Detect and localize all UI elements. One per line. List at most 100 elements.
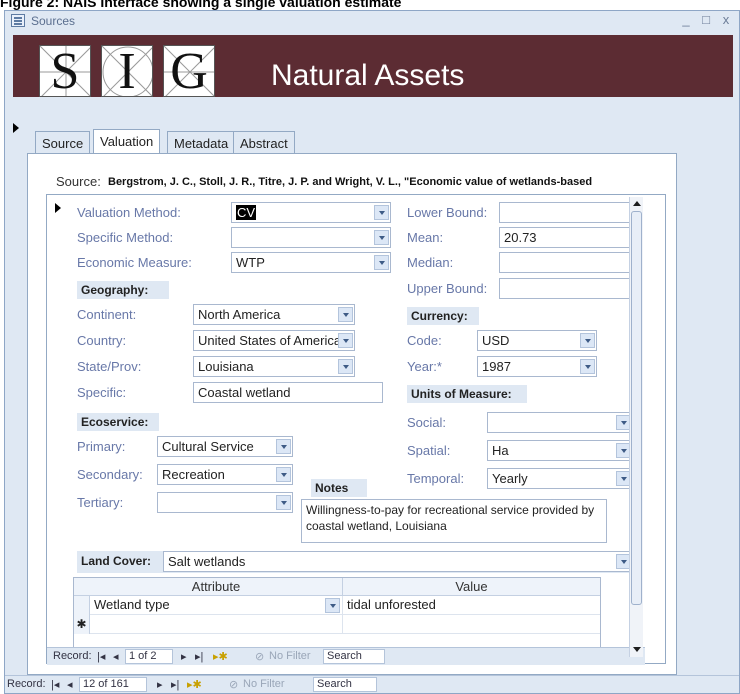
logo-i-tile: I	[101, 45, 153, 97]
new-attribute-cell[interactable]	[90, 615, 342, 634]
scroll-up-icon[interactable]	[633, 201, 641, 206]
main-navigation-bar: Record: |◂ ◂ 12 of 161 ▸ ▸| ▸✱ ⊘ No Filt…	[5, 675, 739, 693]
economic-measure-combo[interactable]: WTP	[231, 252, 391, 273]
primary-value: Cultural Service	[162, 439, 254, 454]
lower-bound-label: Lower Bound:	[407, 205, 488, 220]
currency-code-label: Code:	[407, 333, 442, 348]
previous-record-icon[interactable]: ◂	[113, 650, 119, 663]
main-no-filter-indicator[interactable]: No Filter	[243, 678, 285, 690]
record-position[interactable]: 1 of 2	[125, 649, 173, 664]
last-record-icon[interactable]: ▸|	[195, 650, 203, 663]
tertiary-label: Tertiary:	[77, 495, 124, 510]
social-label: Social:	[407, 415, 447, 430]
continent-combo[interactable]: North America	[193, 304, 355, 325]
subform-record-selector-icon[interactable]	[55, 203, 61, 213]
main-record-label: Record:	[7, 678, 46, 690]
minimize-button[interactable]: _	[677, 12, 695, 28]
tertiary-combo[interactable]	[157, 492, 293, 513]
continent-label: Continent:	[77, 307, 137, 322]
first-record-icon[interactable]: |◂	[97, 650, 105, 663]
new-value-cell[interactable]	[342, 615, 600, 634]
next-record-icon[interactable]: ▸	[181, 650, 187, 663]
state-label: State/Prov:	[77, 359, 142, 374]
main-new-record-icon[interactable]: ▸✱	[187, 678, 202, 691]
vertical-scrollbar[interactable]	[629, 197, 643, 657]
attribute-column-header[interactable]: Attribute	[90, 578, 342, 596]
new-record-nav-icon[interactable]: ▸✱	[213, 650, 228, 663]
median-field[interactable]	[499, 252, 633, 273]
currency-code-value: USD	[482, 333, 510, 348]
filter-icon: ⊘	[255, 651, 265, 663]
country-combo[interactable]: United States of America	[193, 330, 355, 351]
notes-field[interactable]: Willingness-to-pay for recreational serv…	[301, 499, 607, 543]
chevron-down-icon[interactable]	[374, 255, 389, 270]
chevron-down-icon[interactable]	[580, 359, 595, 374]
chevron-down-icon[interactable]	[276, 495, 291, 510]
table-row-value[interactable]: tidal unforested	[342, 596, 600, 615]
specific-method-label: Specific Method:	[77, 230, 174, 245]
grid-corner	[74, 578, 90, 596]
land-cover-value: Salt wetlands	[168, 554, 246, 569]
social-combo[interactable]	[487, 412, 633, 433]
lower-bound-field[interactable]	[499, 202, 633, 223]
source-citation: Bergstrom, J. C., Stoll, J. R., Titre, J…	[108, 176, 593, 188]
chevron-down-icon[interactable]	[374, 205, 389, 220]
main-last-record-icon[interactable]: ▸|	[171, 678, 179, 691]
spatial-combo[interactable]: Ha	[487, 440, 633, 461]
main-search-input[interactable]: Search	[313, 677, 377, 692]
specific-location-field[interactable]: Coastal wetland	[193, 382, 383, 403]
country-value: United States of America	[198, 333, 342, 348]
no-filter-indicator[interactable]: No Filter	[269, 650, 311, 662]
chevron-down-icon[interactable]	[338, 359, 353, 374]
year-combo[interactable]: 1987	[477, 356, 597, 377]
economic-measure-value: WTP	[236, 255, 265, 270]
chevron-down-icon[interactable]	[374, 230, 389, 245]
median-label: Median:	[407, 255, 454, 270]
tab-source[interactable]: Source	[35, 131, 91, 155]
scroll-thumb[interactable]	[631, 211, 642, 605]
record-selector-icon[interactable]	[13, 123, 19, 133]
main-first-record-icon[interactable]: |◂	[51, 678, 59, 691]
tab-valuation[interactable]: Valuation	[93, 129, 161, 155]
main-next-record-icon[interactable]: ▸	[157, 678, 163, 691]
logo-g-tile: G	[163, 45, 215, 97]
upper-bound-field[interactable]	[499, 278, 633, 299]
row-selector[interactable]	[74, 596, 90, 615]
currency-header: Currency:	[407, 307, 479, 325]
value-column-header[interactable]: Value	[342, 578, 600, 596]
chevron-down-icon[interactable]	[338, 307, 353, 322]
new-record-icon[interactable]: ✱	[74, 615, 90, 634]
chevron-down-icon[interactable]	[325, 598, 340, 613]
table-row-attribute[interactable]: Wetland type	[90, 596, 342, 615]
chevron-down-icon[interactable]	[276, 467, 291, 482]
temporal-combo[interactable]: Yearly	[487, 468, 633, 489]
state-combo[interactable]: Louisiana	[193, 356, 355, 377]
logo-letter-s: S	[50, 45, 80, 97]
tab-abstract[interactable]: Abstract	[233, 131, 295, 155]
specific-method-combo[interactable]	[231, 227, 391, 248]
main-filter-icon: ⊘	[229, 679, 239, 691]
sources-window: Sources _ □ x S I G Natural Assets Sourc…	[4, 10, 740, 694]
valuation-method-combo[interactable]: CV	[231, 202, 391, 223]
land-cover-combo[interactable]: Salt wetlands	[163, 551, 633, 572]
chevron-down-icon[interactable]	[580, 333, 595, 348]
year-label: Year:*	[407, 359, 442, 374]
primary-combo[interactable]: Cultural Service	[157, 436, 293, 457]
main-previous-record-icon[interactable]: ◂	[67, 678, 73, 691]
currency-code-combo[interactable]: USD	[477, 330, 597, 351]
scroll-down-icon[interactable]	[633, 647, 641, 652]
search-input[interactable]: Search	[323, 649, 385, 664]
mean-field[interactable]: 20.73	[499, 227, 633, 248]
chevron-down-icon[interactable]	[276, 439, 291, 454]
spatial-value: Ha	[492, 443, 509, 458]
chevron-down-icon[interactable]	[338, 333, 353, 348]
attribute-grid: Attribute Value Wetland type tidal unfor…	[73, 577, 601, 649]
close-button[interactable]: x	[717, 12, 735, 28]
tab-metadata[interactable]: Metadata	[167, 131, 236, 155]
main-record-position[interactable]: 12 of 161	[79, 677, 147, 692]
secondary-value: Recreation	[162, 467, 225, 482]
logo-letter-i: I	[118, 45, 136, 97]
secondary-combo[interactable]: Recreation	[157, 464, 293, 485]
valuation-subform: Valuation Method: CV Specific Method: Ec…	[46, 194, 666, 665]
maximize-button[interactable]: □	[697, 12, 715, 28]
